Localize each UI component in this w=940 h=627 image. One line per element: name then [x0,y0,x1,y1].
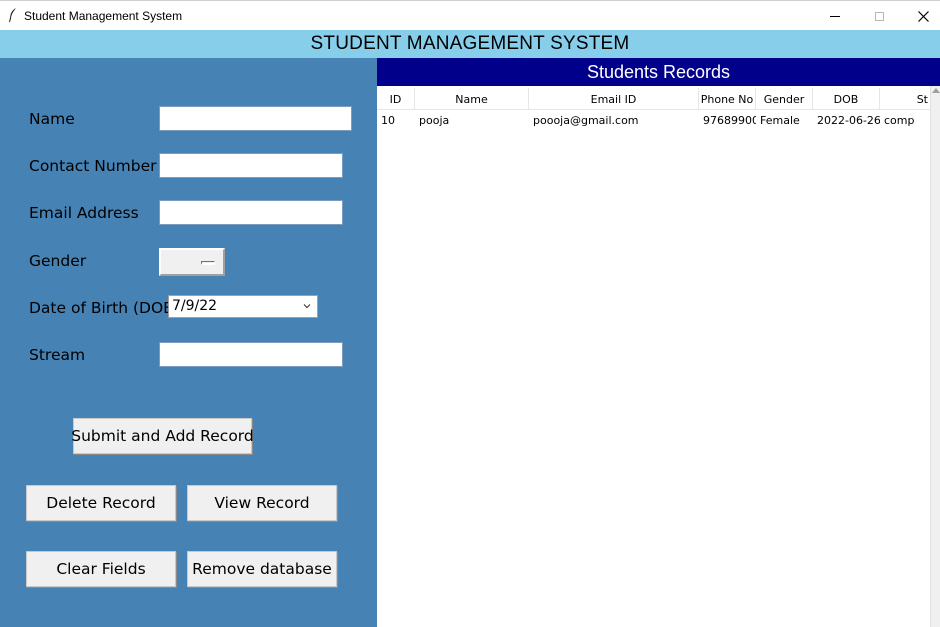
app-heading: STUDENT MANAGEMENT SYSTEM [310,33,630,54]
cell-email: poooja@gmail.com [533,113,639,127]
remove-database-button[interactable]: Remove database [187,551,337,587]
column-header-phone[interactable]: Phone No [699,88,756,110]
delete-record-button[interactable]: Delete Record [26,485,176,521]
column-header-gender[interactable]: Gender [756,88,813,110]
view-record-button[interactable]: View Record [187,485,337,521]
cell-stream: comp [884,113,915,127]
minimize-icon [830,15,840,17]
records-header: Students Records [377,58,940,86]
form-panel: Name Contact Number Email Address Gender… [0,58,377,627]
column-header-id[interactable]: ID [377,88,415,110]
table-header: ID Name Email ID Phone No Gender DOB St [377,88,930,110]
submit-add-record-button[interactable]: Submit and Add Record [71,418,254,454]
dob-date-picker[interactable]: 7/9/22 [168,295,318,318]
vertical-scrollbar[interactable] [930,86,940,627]
maximize-icon [874,11,884,21]
window-title: Student Management System [24,9,183,23]
feather-icon [9,8,16,23]
dob-value: 7/9/22 [172,298,218,314]
name-input[interactable] [159,106,352,131]
email-label: Email Address [29,204,139,222]
minimize-button[interactable] [812,1,858,31]
table-row[interactable]: 10 pooja poooja@gmail.com 9768990088 Fem… [377,110,930,130]
gender-dropdown[interactable] [159,248,225,276]
dropdown-indicator-icon [201,261,215,265]
records-panel: Students Records ID Name Email ID Phone … [377,58,940,627]
column-header-email[interactable]: Email ID [529,88,699,110]
contact-label: Contact Number [29,157,157,175]
gender-label: Gender [29,252,87,270]
maximize-button[interactable] [856,1,902,31]
dob-label: Date of Birth (DOB) [29,299,180,317]
email-input[interactable] [159,200,343,225]
clear-fields-button[interactable]: Clear Fields [26,551,176,587]
column-header-name[interactable]: Name [415,88,529,110]
close-button[interactable] [900,1,940,31]
column-header-stream[interactable]: St [880,88,930,110]
records-title: Students Records [586,61,731,82]
contact-input[interactable] [159,153,343,178]
name-label: Name [29,110,75,128]
window-titlebar: Student Management System [0,0,940,30]
scroll-up-arrow-icon[interactable] [932,88,940,93]
cell-phone: 9768990088 [703,113,756,127]
chevron-down-icon[interactable] [303,302,311,310]
stream-input[interactable] [159,342,343,367]
cell-gender: Female [760,113,800,127]
app-banner: STUDENT MANAGEMENT SYSTEM [0,30,940,58]
column-header-dob[interactable]: DOB [813,88,880,110]
close-icon [917,10,929,22]
stream-label: Stream [29,346,86,364]
cell-id: 10 [381,113,395,127]
cell-name: pooja [419,113,450,127]
cell-dob: 2022-06-26 [817,113,880,127]
